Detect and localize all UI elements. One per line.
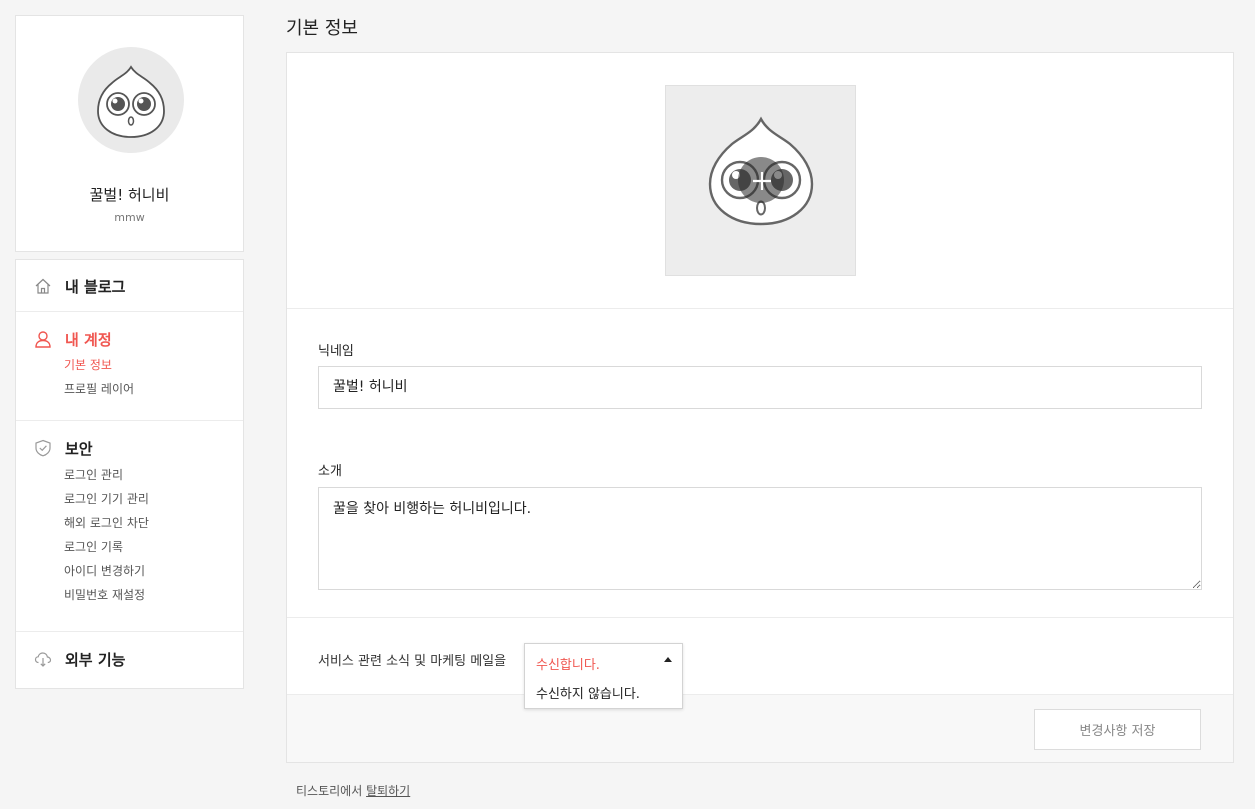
page-title: 기본 정보: [286, 18, 358, 39]
sidebar-subitem-device-manage[interactable]: 로그인 기기 관리: [16, 487, 243, 511]
basic-info-card: 닉네임 꿀벌! 허니비 소개 꿀을 찾아 비행하는 허니비입니다. 서비스 관련…: [286, 52, 1234, 763]
cloud-icon: [34, 650, 52, 668]
sidebar-section-external: 외부 기능: [16, 632, 243, 688]
withdraw-link[interactable]: 탈퇴하기: [366, 784, 410, 798]
sidebar-section-account: 내 계정 기본 정보 프로필 레이어: [16, 312, 243, 421]
profile-photo-upload[interactable]: [665, 85, 856, 276]
save-button[interactable]: 변경사항 저장: [1034, 709, 1201, 750]
sidebar-section-security: 보안 로그인 관리 로그인 기기 관리 해외 로그인 차단 로그인 기록 아이디…: [16, 421, 243, 632]
select-selected-option[interactable]: 수신합니다.: [536, 654, 600, 673]
sidebar-menu: 내 블로그 내 계정 기본 정보 프로필 레이어 보안 로그인 관리 로그인 기…: [15, 259, 244, 689]
sidebar-item-external[interactable]: 외부 기능: [34, 649, 243, 669]
sidebar-section-blog: 내 블로그: [16, 260, 243, 312]
sidebar-item-label: 내 계정: [65, 330, 112, 349]
profile-card: 꿀벌! 허니비 mmw: [15, 15, 244, 252]
intro-textarea[interactable]: 꿀을 찾아 비행하는 허니비입니다.: [318, 487, 1202, 590]
shield-icon: [34, 439, 52, 457]
sidebar-item-label: 외부 기능: [65, 650, 126, 669]
sidebar-item-security[interactable]: 보안: [34, 438, 243, 458]
sidebar-subitem-login-history[interactable]: 로그인 기록: [16, 535, 243, 559]
profile-photo-section: [287, 53, 1233, 309]
sidebar-subitem-login-manage[interactable]: 로그인 관리: [16, 463, 243, 487]
select-option[interactable]: 수신하지 않습니다.: [536, 683, 640, 702]
home-icon: [34, 277, 52, 295]
divider: [287, 617, 1233, 618]
plus-icon: [753, 172, 771, 190]
sidebar-item-my-blog[interactable]: 내 블로그: [34, 276, 243, 296]
user-icon: [34, 330, 52, 348]
nickname-label: 닉네임: [318, 344, 354, 359]
sidebar-subitem-basic-info[interactable]: 기본 정보: [16, 353, 243, 377]
sidebar-subitem-profile-layer[interactable]: 프로필 레이어: [16, 377, 243, 401]
intro-label: 소개: [318, 464, 342, 479]
sidebar-item-label: 내 블로그: [65, 277, 126, 296]
withdraw-text: 티스토리에서 탈퇴하기: [296, 782, 410, 799]
form-footer: 변경사항 저장: [287, 694, 1233, 762]
withdraw-prefix: 티스토리에서: [296, 784, 367, 798]
avatar-character-icon: [97, 65, 165, 138]
marketing-mail-select[interactable]: 수신합니다. 수신하지 않습니다.: [524, 643, 683, 709]
sidebar-subitem-reset-password[interactable]: 비밀번호 재설정: [16, 583, 243, 607]
caret-up-icon: [664, 657, 672, 662]
sidebar-subitem-overseas-block[interactable]: 해외 로그인 차단: [16, 511, 243, 535]
avatar: [78, 47, 184, 153]
profile-id: mmw: [114, 211, 145, 224]
marketing-mail-label: 서비스 관련 소식 및 마케팅 메일을: [318, 654, 507, 669]
sidebar-item-label: 보안: [65, 439, 93, 458]
sidebar-subitem-change-id[interactable]: 아이디 변경하기: [16, 559, 243, 583]
sidebar-item-account[interactable]: 내 계정: [34, 329, 243, 349]
nickname-input[interactable]: 꿀벌! 허니비: [318, 366, 1202, 409]
profile-name: 꿀벌! 허니비: [89, 186, 170, 204]
